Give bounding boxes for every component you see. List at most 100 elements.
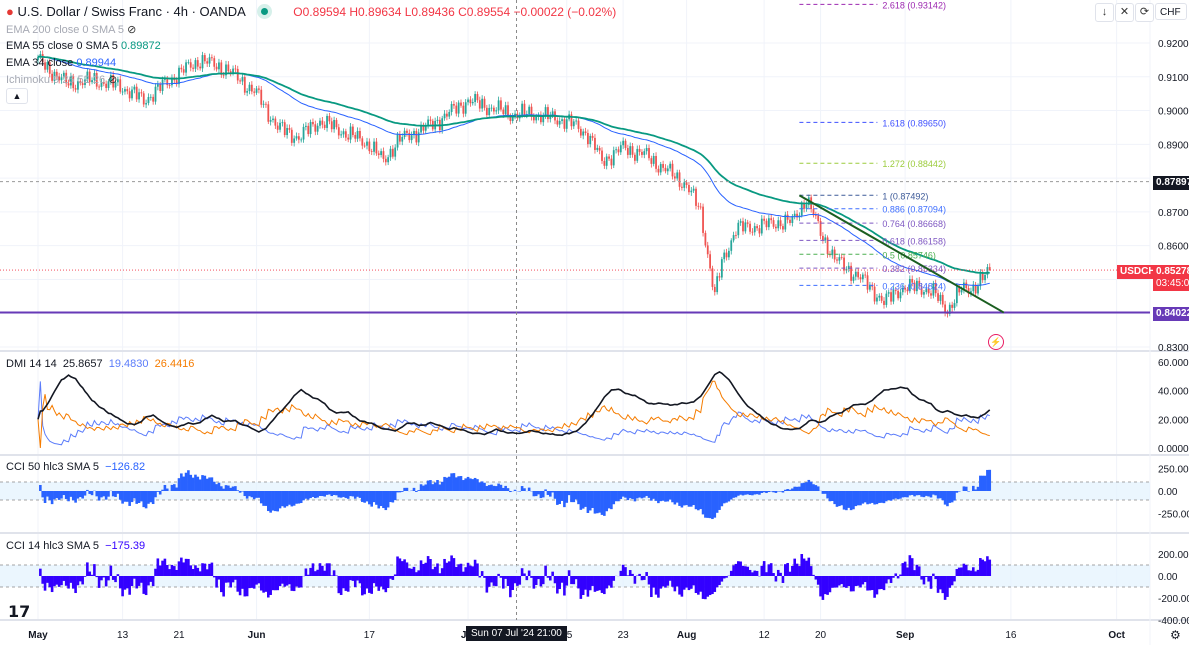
cci14-bar <box>304 568 308 576</box>
cci14-bar <box>274 576 277 591</box>
cci50-bar <box>389 491 392 503</box>
cci50-bar <box>304 491 308 499</box>
candle <box>387 157 390 163</box>
eye-hidden-icon[interactable]: ⊘ <box>127 24 136 36</box>
symbol-legend[interactable]: ● U.S. Dollar / Swiss Franc · 4h · OANDA… <box>6 4 616 19</box>
arrow-down-icon[interactable]: ↓ <box>1095 3 1114 22</box>
cci14-bar <box>887 576 890 580</box>
eye-hidden-icon[interactable]: ⊘ <box>108 74 117 86</box>
cci50-bar <box>887 491 890 501</box>
cci14-bar <box>650 576 653 598</box>
currency-selector[interactable]: CHF <box>1155 3 1187 20</box>
candle <box>504 105 507 115</box>
cci14-bar <box>560 576 564 583</box>
candle <box>603 160 606 166</box>
candle <box>725 252 728 258</box>
candle <box>199 66 202 69</box>
cci50-legend[interactable]: CCI 50 hlc3 SMA 5 −126.82 <box>6 461 145 473</box>
cci14-bar <box>170 564 174 576</box>
candle <box>960 289 963 293</box>
cci14-bar <box>859 576 862 588</box>
cci50-bar <box>854 491 858 507</box>
cci50-bar <box>661 491 665 501</box>
cci50-bar <box>549 491 552 497</box>
cci50-bar <box>170 484 174 491</box>
candle <box>196 60 199 67</box>
cci50-bar <box>755 491 759 495</box>
candle <box>772 220 775 227</box>
cci50-bar <box>694 491 698 510</box>
candle <box>887 292 890 294</box>
cci14-bar <box>83 576 87 577</box>
cci50-bar <box>215 484 218 491</box>
cci50-bar <box>140 491 143 502</box>
cci14-bar <box>631 573 634 576</box>
cci50-bar <box>196 476 200 491</box>
dmi-legend[interactable]: DMI 14 14 25.8657 19.4830 26.4416 <box>6 358 194 370</box>
cci50-bar <box>607 491 611 509</box>
cci50-bar <box>469 478 472 491</box>
cci14-bar <box>570 576 573 585</box>
collapse-icon[interactable]: ✕ <box>1115 3 1134 22</box>
chart-canvas[interactable]: May1321Jun17Jul1523Aug1220Sep16Oct0.9200… <box>0 0 1189 645</box>
cci50-bar <box>534 491 538 497</box>
cci50-bar <box>321 491 324 497</box>
cci14-bar <box>175 569 178 576</box>
cci50-bar <box>541 491 545 498</box>
cci14-bar <box>819 576 822 597</box>
candle <box>880 295 883 301</box>
candle <box>227 64 230 72</box>
candle <box>951 304 954 308</box>
candle <box>297 136 300 140</box>
candle <box>876 297 878 302</box>
collapse-legend-button[interactable]: ▲ <box>6 88 28 104</box>
cci50-bar <box>229 487 232 491</box>
settings-icon[interactable]: ⚙ <box>1170 628 1181 642</box>
cci50-bar <box>257 491 261 498</box>
tradingview-logo[interactable]: 17 <box>8 602 30 621</box>
refresh-icon[interactable]: ⟳ <box>1135 3 1154 22</box>
candle <box>450 104 453 113</box>
flash-icon[interactable]: ⚡ <box>988 334 1004 350</box>
candle <box>650 158 653 164</box>
candle <box>636 148 639 161</box>
cci14-bar <box>415 572 418 576</box>
x-tick-label: May <box>28 630 48 641</box>
candle <box>234 68 237 70</box>
indicator-ema55[interactable]: EMA 55 close 0 SMA 5 0.89872 <box>6 40 161 52</box>
cci50-bar <box>217 482 221 491</box>
cci50-bar <box>492 485 496 491</box>
indicator-ema34[interactable]: EMA 34 close 0.89944 <box>6 57 116 69</box>
cci14-bar <box>544 565 547 576</box>
price-tick-label: 0.83000 <box>1158 343 1189 354</box>
candle <box>892 290 895 302</box>
cci14-bar <box>114 576 117 583</box>
cci50-bar <box>586 491 590 513</box>
cci50-bar <box>917 491 921 496</box>
cci14-bar <box>480 571 484 576</box>
cci50-bar <box>633 491 637 502</box>
cci50-bar <box>100 491 103 498</box>
cci14-bar <box>953 576 956 582</box>
cci50-bar <box>264 491 268 506</box>
cci14-bar <box>809 566 813 576</box>
candle <box>307 125 310 135</box>
dmi-tick-label: 40.0000 <box>1158 387 1189 398</box>
cci14-bar <box>920 576 923 580</box>
candle <box>521 103 523 115</box>
cci14-bar <box>852 576 855 592</box>
cci14-bar <box>184 558 188 576</box>
cci14-bar <box>332 570 336 576</box>
cci50-bar <box>368 491 371 505</box>
candle <box>643 151 646 155</box>
indicator-ema200[interactable]: EMA 200 close 0 SMA 5 ⊘ <box>6 23 136 36</box>
indicator-ichimoku[interactable]: Ichimoku 9 26 52 26 ⊘ <box>6 73 117 86</box>
cci14-legend[interactable]: CCI 14 hlc3 SMA 5 −175.39 <box>6 540 145 552</box>
cci14-bar <box>93 564 96 576</box>
cci50-bar <box>574 491 578 500</box>
candle <box>923 292 925 295</box>
cci14-bar <box>659 576 663 589</box>
cci50-bar <box>581 491 585 509</box>
candle <box>615 149 617 151</box>
candle <box>138 92 140 100</box>
